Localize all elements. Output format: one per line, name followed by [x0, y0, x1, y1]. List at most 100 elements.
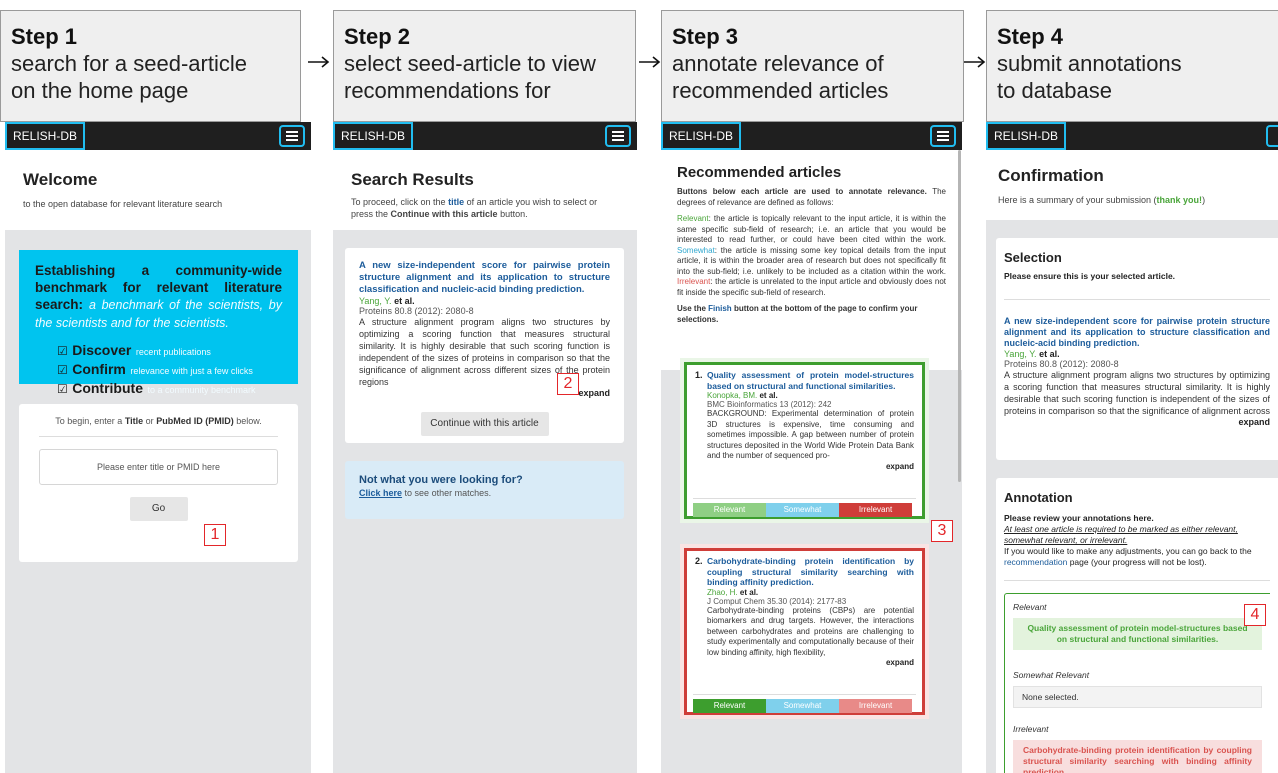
step-desc-line-1: search for a seed-article [11, 51, 247, 76]
expand-link[interactable]: expand [707, 462, 914, 471]
result-article-card: A new size-independent score for pairwis… [345, 248, 624, 443]
irrelevant-button[interactable]: Irrelevant [839, 503, 912, 517]
article-number: 1. [695, 370, 703, 380]
irrelevant-label: Irrelevant [677, 277, 711, 286]
expand-link[interactable]: expand [707, 658, 914, 667]
recommendation-link[interactable]: recommendation [1004, 557, 1067, 567]
hamburger-menu-icon[interactable] [605, 125, 631, 147]
brand-logo[interactable]: RELISH-DB [5, 122, 86, 150]
article-title-link[interactable]: Carbohydrate-binding protein identificat… [707, 556, 914, 588]
arrow-right-icon [639, 56, 661, 68]
search-input[interactable]: Please enter title or PMID here [39, 449, 278, 485]
results-header: Search Results To proceed, click on the … [333, 150, 637, 230]
article-title-link[interactable]: Quality assessment of protein model-stru… [707, 370, 914, 391]
hamburger-menu-icon[interactable] [1266, 125, 1278, 147]
page-subtitle: to the open database for relevant litera… [23, 199, 223, 209]
step-desc-line-2: recommendations for [344, 78, 551, 103]
selection-card: Selection Please ensure this is your sel… [996, 238, 1278, 460]
article-card-relevant: 1. Quality assessment of protein model-s… [680, 358, 929, 523]
continue-button[interactable]: Continue with this article [420, 412, 549, 436]
relevant-label: Relevant [677, 214, 709, 223]
step-desc-line-2: to database [997, 78, 1112, 103]
welcome-header: Welcome to the open database for relevan… [5, 150, 311, 230]
panel-search-results: RELISH-DB Search Results To proceed, cli… [333, 122, 637, 773]
step-title: Step 4 [997, 24, 1064, 49]
brand-logo[interactable]: RELISH-DB [986, 122, 1067, 150]
summary-text: Here is a summary of your submission (th… [998, 195, 1206, 205]
step-desc-line-2: on the home page [11, 78, 189, 103]
article-journal: BMC Bioinformatics 13 (2012): 242 [707, 400, 832, 409]
panel-recommendations: RELISH-DB Recommended articles Buttons b… [661, 122, 962, 773]
somewhat-button[interactable]: Somewhat [766, 699, 839, 713]
relevant-button[interactable]: Relevant [693, 503, 766, 517]
article-title-link[interactable]: A new size-independent score for pairwis… [359, 260, 610, 296]
edit-checkbox-icon: ☑ [57, 344, 68, 358]
page-title: Recommended articles [677, 164, 842, 181]
selection-title: Selection [1004, 250, 1062, 265]
step-desc-line-1: annotate relevance of [672, 51, 884, 76]
banner-item-discover: ☑ Discover recent publications [57, 342, 211, 358]
article-card-irrelevant: 2. Carbohydrate-binding protein identifi… [680, 544, 929, 719]
brand-logo[interactable]: RELISH-DB [661, 122, 742, 150]
step-desc-line-2: recommended articles [672, 78, 889, 103]
finish-link[interactable]: Finish [708, 304, 732, 313]
annotation-title: Annotation [1004, 490, 1073, 505]
page-title: Confirmation [998, 166, 1104, 185]
somewhat-heading: Somewhat Relevant [1013, 670, 1090, 680]
article-journal: Proteins 80.8 (2012): 2080-8 [1004, 359, 1119, 369]
arrow-right-icon [308, 56, 330, 68]
click-here-link[interactable]: Click here [359, 488, 402, 498]
article-journal: J Comput Chem 35.30 (2014): 2177-83 [707, 596, 847, 606]
not-found-title: Not what you were looking for? [359, 474, 523, 486]
banner-item-confirm: ☑ Confirm relevance with just a few clic… [57, 361, 253, 377]
step-marker-4: 4 [1244, 604, 1266, 626]
results-instructions: To proceed, click on the title of an art… [351, 197, 598, 219]
hamburger-menu-icon[interactable] [930, 125, 956, 147]
step-3-header: Step 3 annotate relevance of recommended… [661, 10, 964, 122]
selection-note: Please ensure this is your selected arti… [1004, 271, 1270, 300]
irrelevant-button[interactable]: Irrelevant [839, 699, 912, 713]
review-note: Please review your annotations here. [1004, 513, 1154, 523]
article-author: Konopka, BM. et al. [707, 391, 778, 400]
somewhat-button[interactable]: Somewhat [766, 503, 839, 517]
article-author: Yang, Y. et al. [1004, 349, 1060, 359]
banner: Establishing a community-wide benchmark … [19, 250, 298, 396]
relevant-button[interactable]: Relevant [693, 699, 766, 713]
expand-link[interactable]: expand [1004, 417, 1270, 427]
annotation-card: Annotation Please review your annotation… [996, 478, 1278, 773]
banner-item-contribute: ☑ Contribute to a community benchmark [57, 380, 256, 396]
irrelevant-item: Carbohydrate-binding protein identificat… [1013, 740, 1262, 773]
panel-confirmation: RELISH-DB Confirmation Here is a summary… [986, 122, 1278, 773]
scrollbar[interactable] [958, 150, 961, 482]
arrow-right-icon [964, 56, 986, 68]
navbar: RELISH-DB [5, 122, 311, 150]
article-author: Zhao, H. et al. [707, 587, 759, 597]
go-button[interactable]: Go [129, 497, 188, 521]
navbar: RELISH-DB [661, 122, 962, 150]
relevant-heading: Relevant [1013, 602, 1047, 612]
page-title: Welcome [23, 170, 98, 189]
requirement-note: At least one article is required to be m… [1004, 524, 1238, 545]
article-title-link[interactable]: A new size-independent score for pairwis… [1004, 316, 1270, 349]
begin-instructions: To begin, enter a Title or PubMed ID (PM… [39, 416, 278, 437]
step-marker-1: 1 [204, 524, 226, 546]
step-desc-line-1: submit annotations [997, 51, 1182, 76]
somewhat-label: Somewhat [677, 245, 715, 255]
step-desc-line-1: select seed-article to view [344, 51, 596, 76]
step-title: Step 1 [11, 24, 78, 49]
navbar: RELISH-DB [333, 122, 637, 150]
confirmation-header: Confirmation Here is a summary of your s… [986, 150, 1278, 220]
article-author: Yang, Y. et al. [359, 296, 415, 306]
brand-logo[interactable]: RELISH-DB [333, 122, 414, 150]
article-abstract: BACKGROUND: Experimental determination o… [707, 409, 914, 460]
article-number: 2. [695, 556, 703, 566]
step-4-header: Step 4 submit annotations to database [986, 10, 1278, 122]
article-separator [693, 694, 916, 695]
hamburger-menu-icon[interactable] [279, 125, 305, 147]
step-title: Step 3 [672, 24, 739, 49]
recommend-header: Recommended articles Buttons below each … [661, 150, 962, 370]
page-title: Search Results [351, 170, 474, 189]
step-1-header: Step 1 search for a seed-article on the … [0, 10, 301, 122]
checkbox-icon: ☑ [57, 363, 68, 377]
navbar: RELISH-DB [986, 122, 1278, 150]
